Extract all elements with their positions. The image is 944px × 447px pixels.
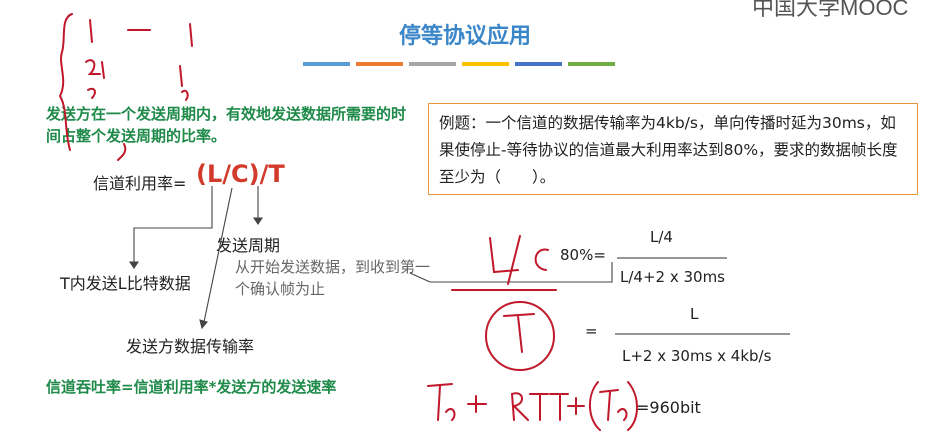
connector-arrows [128,186,613,330]
hand-L [489,237,519,274]
hand-plus [467,395,487,413]
hand-stroke [87,87,96,99]
arrow-to-send-rate [203,187,233,323]
hand-stroke [85,59,105,79]
hand-Ta2 [599,389,628,421]
hand-T [503,313,535,353]
hand-paren-close [627,381,638,431]
arrow-head-send-period [252,217,264,225]
hand-slash [507,235,521,285]
handwritten-notes [58,13,638,431]
hand-stroke [181,89,189,101]
hand-stroke [117,143,127,161]
hand-paren-open [589,381,601,431]
hand-stroke [89,19,93,43]
hand-brace [58,13,73,151]
arrow-head-send-rate [199,319,208,330]
hand-plus [567,397,585,415]
arrow-head-send-time [128,261,140,269]
arrow-to-send-time [133,186,213,262]
hand-stroke [179,65,183,87]
hand-stroke [189,23,193,47]
hand-RTT [511,392,569,421]
annotation-layer [58,13,790,431]
hand-Ta [427,383,456,421]
hand-C [534,248,549,271]
note-leader [409,272,431,283]
note-line [430,262,613,283]
